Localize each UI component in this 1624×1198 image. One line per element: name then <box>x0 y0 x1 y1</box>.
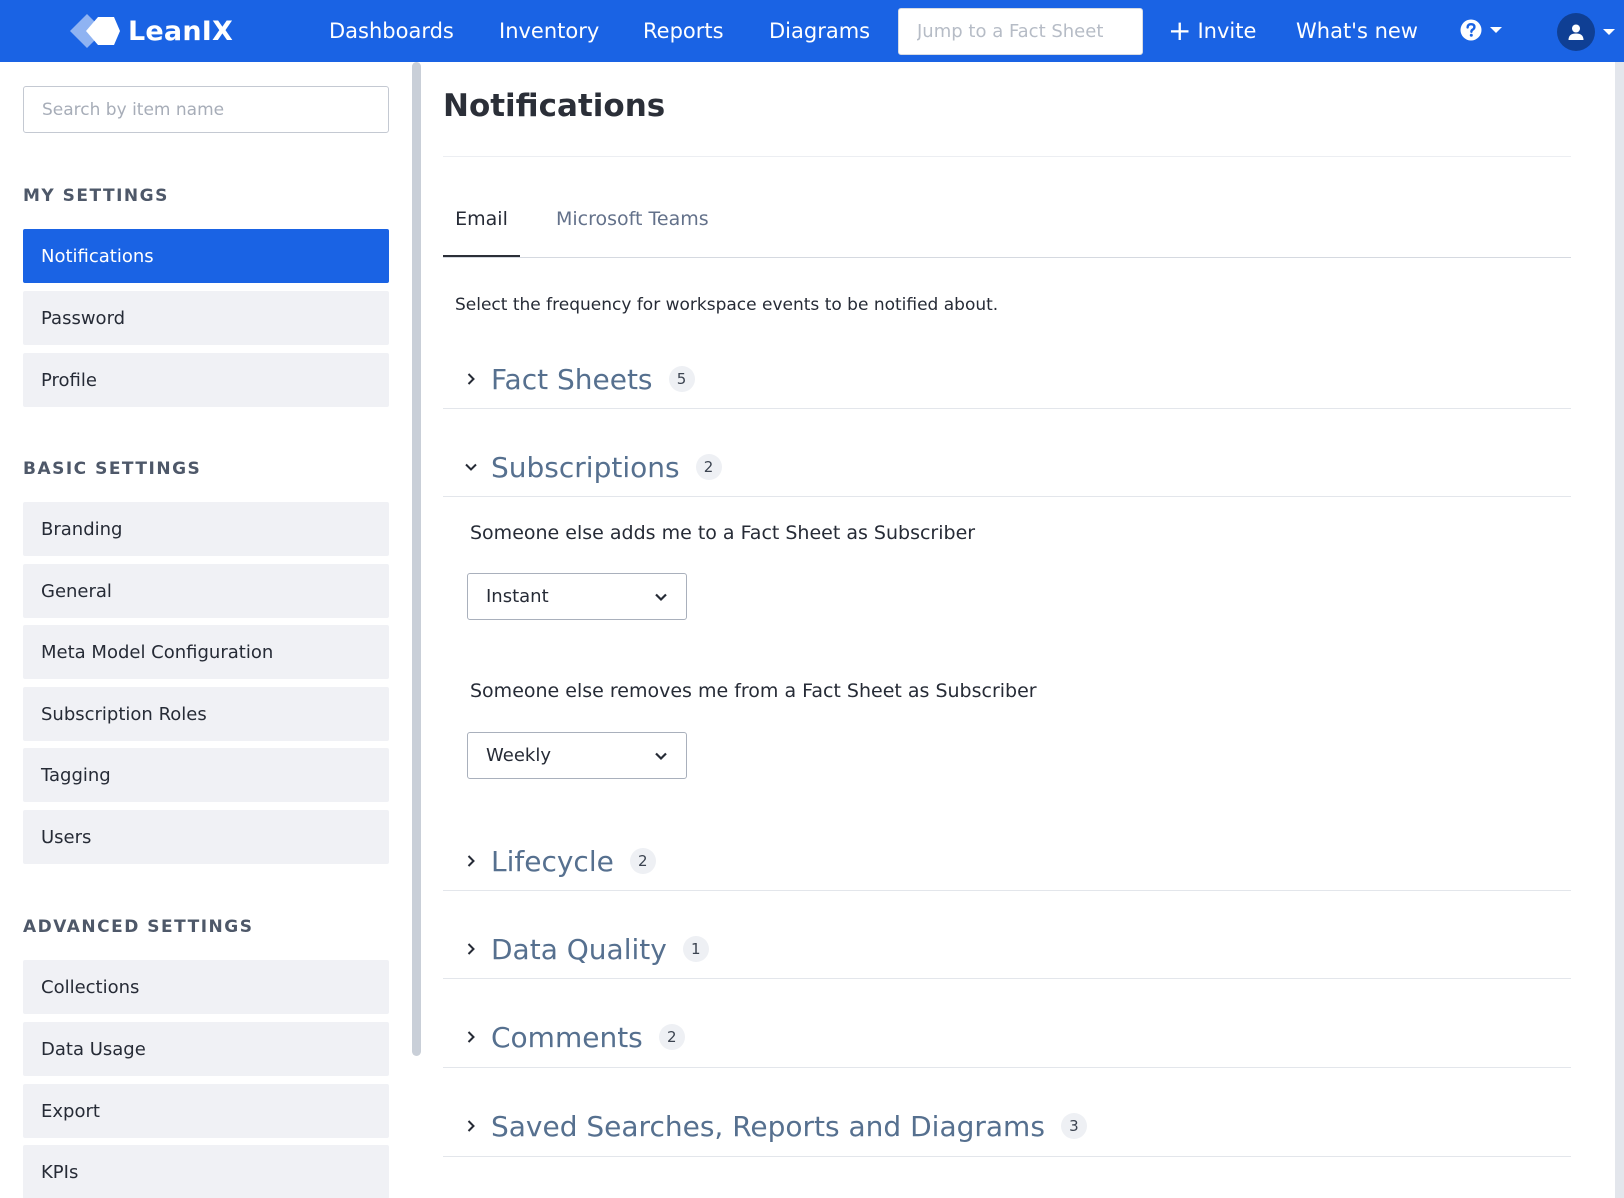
section-label: Saved Searches, Reports and Diagrams <box>491 1109 1045 1143</box>
setting-label-removed-as-subscriber: Someone else removes me from a Fact Shee… <box>470 680 1037 702</box>
whats-new-link[interactable]: What's new <box>1296 16 1418 46</box>
setting-label-added-as-subscriber: Someone else adds me to a Fact Sheet as … <box>470 522 976 544</box>
top-navigation-bar: LeanIX Dashboards Inventory Reports Diag… <box>0 0 1624 62</box>
section-label: Data Quality <box>491 932 667 966</box>
frequency-select-removed[interactable]: Weekly <box>467 732 687 779</box>
section-saved-searches[interactable]: Saved Searches, Reports and Diagrams 3 <box>443 1096 1571 1156</box>
count-badge: 3 <box>1060 1113 1087 1139</box>
chevron-right-icon <box>459 1119 483 1133</box>
divider <box>443 257 1571 258</box>
count-badge: 2 <box>658 1024 685 1050</box>
sidebar-item-general[interactable]: General <box>23 564 389 618</box>
sidebar-item-password[interactable]: Password <box>23 291 389 345</box>
sidebar-item-tagging[interactable]: Tagging <box>23 748 389 802</box>
brand-name: LeanIX <box>128 15 234 47</box>
section-data-quality[interactable]: Data Quality 1 <box>443 919 1571 979</box>
invite-button[interactable]: + Invite <box>1168 16 1256 46</box>
question-circle-icon <box>1460 19 1482 41</box>
divider <box>443 1156 1571 1157</box>
selected-value: Weekly <box>486 745 551 766</box>
chevron-down-icon <box>459 462 483 472</box>
chevron-down-icon <box>655 593 667 601</box>
leanix-logo-icon <box>70 14 120 48</box>
page-scrollbar[interactable] <box>1615 62 1624 1198</box>
count-badge: 5 <box>668 366 695 392</box>
divider <box>443 496 1571 497</box>
sidebar-item-notifications[interactable]: Notifications <box>23 229 389 283</box>
help-menu-button[interactable] <box>1460 19 1503 41</box>
advanced-settings-heading: ADVANCED SETTINGS <box>23 917 254 937</box>
basic-settings-heading: BASIC SETTINGS <box>23 459 202 479</box>
chevron-right-icon <box>459 942 483 956</box>
chevron-down-icon <box>1603 29 1615 35</box>
sidebar-item-meta-model-configuration[interactable]: Meta Model Configuration <box>23 625 389 679</box>
section-subscriptions[interactable]: Subscriptions 2 <box>443 437 1571 497</box>
section-label: Subscriptions <box>491 450 680 484</box>
sidebar-item-users[interactable]: Users <box>23 810 389 864</box>
chevron-right-icon <box>459 372 483 386</box>
nav-dashboards[interactable]: Dashboards <box>329 16 454 46</box>
intro-text: Select the frequency for workspace event… <box>455 295 999 315</box>
section-lifecycle[interactable]: Lifecycle 2 <box>443 831 1571 891</box>
sidebar-item-export[interactable]: Export <box>23 1084 389 1138</box>
avatar <box>1557 13 1595 51</box>
nav-reports[interactable]: Reports <box>643 16 724 46</box>
page-title: Notifications <box>443 88 666 124</box>
tab-microsoft-teams[interactable]: Microsoft Teams <box>556 206 709 230</box>
settings-sidebar: MY SETTINGS Notifications Password Profi… <box>0 62 412 1198</box>
chevron-right-icon <box>459 854 483 868</box>
section-label: Lifecycle <box>491 844 614 878</box>
invite-label: Invite <box>1197 19 1257 43</box>
divider <box>443 156 1571 157</box>
count-badge: 2 <box>695 454 722 480</box>
plus-icon: + <box>1168 14 1192 47</box>
selected-value: Instant <box>486 586 549 607</box>
frequency-select-added[interactable]: Instant <box>467 573 687 620</box>
user-menu-button[interactable] <box>1557 13 1616 51</box>
sidebar-item-profile[interactable]: Profile <box>23 353 389 407</box>
section-label: Fact Sheets <box>491 362 653 396</box>
count-badge: 2 <box>629 848 656 874</box>
nav-diagrams[interactable]: Diagrams <box>769 16 870 46</box>
chevron-right-icon <box>459 1030 483 1044</box>
my-settings-heading: MY SETTINGS <box>23 186 169 206</box>
user-icon <box>1568 24 1584 40</box>
sidebar-item-data-usage[interactable]: Data Usage <box>23 1022 389 1076</box>
sidebar-item-collections[interactable]: Collections <box>23 960 389 1014</box>
divider <box>443 978 1571 979</box>
leanix-logo[interactable]: LeanIX <box>70 13 233 49</box>
chevron-down-icon <box>1490 27 1502 33</box>
jump-to-fact-sheet-input[interactable] <box>898 8 1143 55</box>
section-comments[interactable]: Comments 2 <box>443 1007 1571 1067</box>
sidebar-scrollbar[interactable] <box>412 62 421 1056</box>
section-label: Comments <box>491 1020 643 1054</box>
sidebar-item-branding[interactable]: Branding <box>23 502 389 556</box>
sidebar-item-subscription-roles[interactable]: Subscription Roles <box>23 687 389 741</box>
sidebar-search-input[interactable] <box>23 86 389 133</box>
nav-inventory[interactable]: Inventory <box>499 16 599 46</box>
divider <box>443 408 1571 409</box>
divider <box>443 1067 1571 1068</box>
divider <box>443 890 1571 891</box>
tab-email[interactable]: Email <box>443 206 520 258</box>
chevron-down-icon <box>655 752 667 760</box>
sidebar-item-kpis[interactable]: KPIs <box>23 1145 389 1198</box>
section-fact-sheets[interactable]: Fact Sheets 5 <box>443 349 1571 409</box>
count-badge: 1 <box>682 936 709 962</box>
